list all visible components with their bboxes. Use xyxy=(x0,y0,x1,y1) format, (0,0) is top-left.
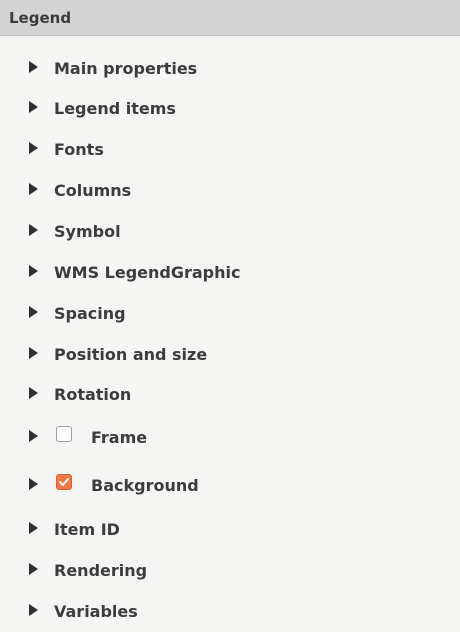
group-label: Rotation xyxy=(54,385,132,404)
group-fonts[interactable]: Fonts xyxy=(0,130,460,170)
group-position-and-size[interactable]: Position and size xyxy=(0,335,460,375)
group-label: Columns xyxy=(54,181,132,200)
group-label: Spacing xyxy=(54,304,126,323)
group-label: Main properties xyxy=(54,59,198,78)
chevron-right-icon[interactable] xyxy=(29,604,38,616)
group-columns[interactable]: Columns xyxy=(0,171,460,211)
group-label: Frame xyxy=(91,428,148,447)
panel-title: Legend xyxy=(9,9,72,27)
group-label: Item ID xyxy=(54,520,120,539)
chevron-right-icon[interactable] xyxy=(29,142,38,154)
chevron-right-icon[interactable] xyxy=(29,563,38,575)
frame-checkbox[interactable] xyxy=(56,426,72,442)
chevron-right-icon[interactable] xyxy=(29,387,38,399)
group-label: Background xyxy=(91,476,199,495)
group-label: Position and size xyxy=(54,345,208,364)
group-label: Symbol xyxy=(54,222,121,241)
group-label: Variables xyxy=(54,602,138,621)
legend-properties-panel: Main properties Legend items Fonts Colum… xyxy=(0,36,460,625)
chevron-right-icon[interactable] xyxy=(29,183,38,195)
group-variables[interactable]: Variables xyxy=(0,592,460,632)
chevron-right-icon[interactable] xyxy=(29,306,38,318)
chevron-right-icon[interactable] xyxy=(29,522,38,534)
chevron-right-icon[interactable] xyxy=(29,347,38,359)
group-label: Legend items xyxy=(54,99,176,118)
chevron-right-icon[interactable] xyxy=(29,265,38,277)
chevron-right-icon[interactable] xyxy=(29,101,38,113)
group-label: WMS LegendGraphic xyxy=(54,263,241,282)
background-checkbox[interactable] xyxy=(56,474,72,490)
chevron-right-icon[interactable] xyxy=(29,478,38,490)
group-label: Fonts xyxy=(54,140,104,159)
group-frame[interactable]: Frame xyxy=(0,418,460,458)
group-symbol[interactable]: Symbol xyxy=(0,212,460,252)
checkmark-icon xyxy=(59,478,69,486)
chevron-right-icon[interactable] xyxy=(29,61,38,73)
group-label: Rendering xyxy=(54,561,148,580)
group-legend-items[interactable]: Legend items xyxy=(0,89,460,129)
group-rendering[interactable]: Rendering xyxy=(0,551,460,591)
group-rotation[interactable]: Rotation xyxy=(0,375,460,415)
group-item-id[interactable]: Item ID xyxy=(0,510,460,550)
chevron-right-icon[interactable] xyxy=(29,224,38,236)
group-background[interactable]: Background xyxy=(0,466,460,506)
group-wms-legendgraphic[interactable]: WMS LegendGraphic xyxy=(0,253,460,293)
group-main-properties[interactable]: Main properties xyxy=(0,49,460,89)
group-spacing[interactable]: Spacing xyxy=(0,294,460,334)
chevron-right-icon[interactable] xyxy=(29,430,38,442)
panel-header: Legend xyxy=(0,0,460,36)
